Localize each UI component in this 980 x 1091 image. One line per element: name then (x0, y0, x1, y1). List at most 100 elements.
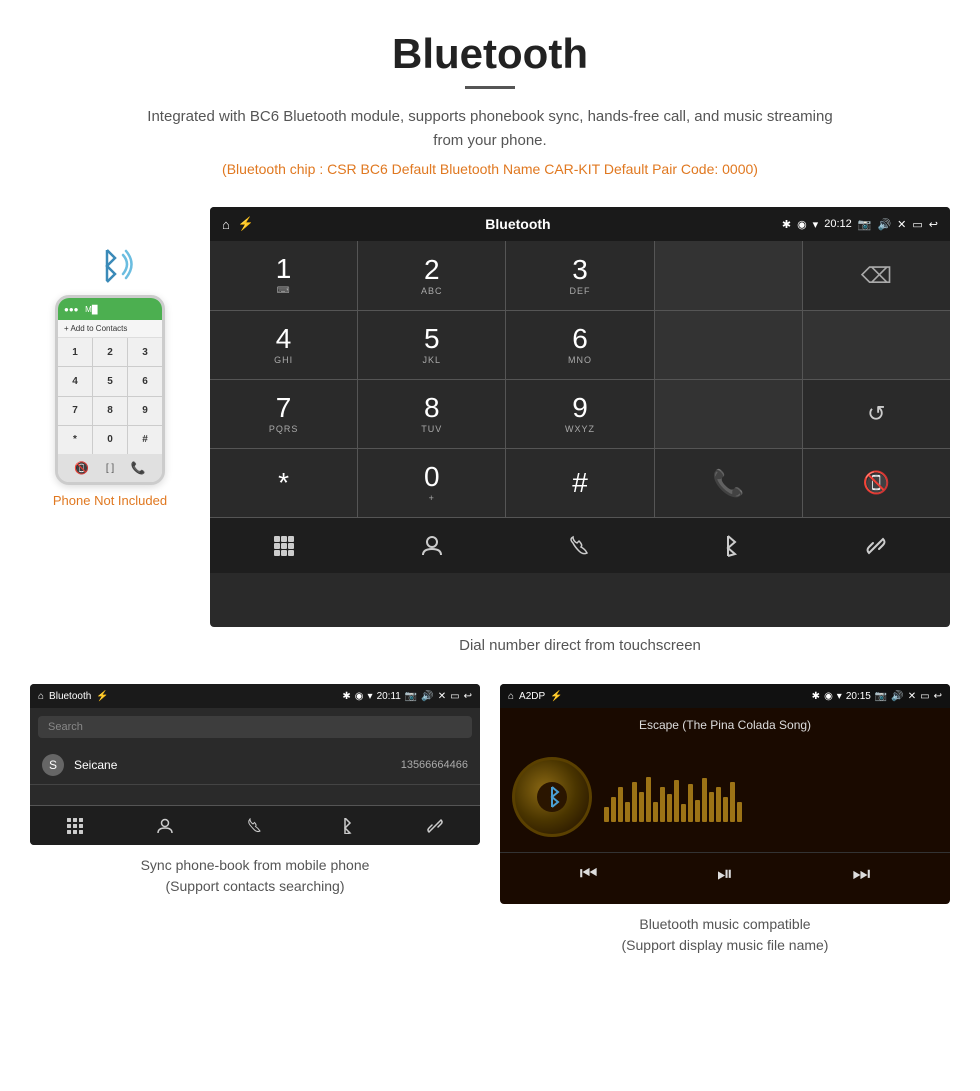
call-icon: 📞 (712, 468, 744, 499)
key-empty-3 (803, 311, 950, 379)
pb-vol-icon[interactable]: 🔊 (421, 691, 433, 702)
pb-title: Bluetooth (49, 691, 91, 702)
vis-bar (723, 797, 728, 822)
next-track-btn[interactable]: ⏭ (852, 863, 870, 886)
phone-key-6[interactable]: 6 (128, 367, 162, 395)
pb-back-icon[interactable]: ↩ (464, 691, 472, 702)
close-icon[interactable]: ✕ (897, 218, 906, 231)
phonebook-search[interactable]: Search (38, 716, 472, 738)
pb-bottom-phone[interactable] (210, 806, 300, 845)
dial-screen-wrapper: ⌂ ⚡ Bluetooth ✱ ◉ ▾ 20:12 📷 🔊 ✕ ▭ ↩ (210, 207, 950, 674)
phone-icon (569, 535, 591, 557)
music-vol-icon[interactable]: 🔊 (891, 691, 903, 702)
key-4-sub: GHI (274, 355, 293, 365)
bottom-link-icon[interactable] (802, 518, 950, 573)
music-controls: ⏮ ⏯ ⏭ (500, 852, 950, 896)
phone-key-hash[interactable]: # (128, 426, 162, 454)
pb-win-icon[interactable]: ▭ (450, 691, 459, 702)
key-5[interactable]: 5 JKL (358, 311, 505, 379)
phone-key-star[interactable]: * (58, 426, 92, 454)
contact-avatar: S (42, 754, 64, 776)
key-3[interactable]: 3 DEF (506, 241, 653, 310)
key-1-sub: ⌨ (277, 285, 291, 296)
pb-x-icon[interactable]: ✕ (438, 691, 446, 702)
play-pause-btn[interactable]: ⏯ (717, 863, 733, 886)
search-placeholder: Search (48, 721, 83, 733)
music-win-icon[interactable]: ▭ (920, 691, 929, 702)
key-7[interactable]: 7 PQRS (210, 380, 357, 448)
phone-key-3[interactable]: 3 (128, 338, 162, 366)
song-title-bar: Escape (The Pina Colada Song) (500, 708, 950, 742)
phone-key-5[interactable]: 5 (93, 367, 127, 395)
phone-key-8[interactable]: 8 (93, 397, 127, 425)
bottom-contacts-icon[interactable] (358, 518, 506, 573)
pb-bottom-grid[interactable] (30, 806, 120, 845)
back-icon[interactable]: ↩ (929, 218, 938, 231)
phone-area: ●●● M█ + Add to Contacts 1 2 3 4 5 6 7 8… (30, 207, 190, 508)
phonebook-screen: ⌂ Bluetooth ⚡ ✱ ◉ ▾ 20:11 📷 🔊 ✕ ▭ ↩ (30, 684, 480, 845)
vis-bar (653, 802, 658, 822)
contact-row[interactable]: S Seicane 13566664466 (30, 746, 480, 785)
key-8[interactable]: 8 TUV (358, 380, 505, 448)
bottom-call-icon[interactable] (506, 518, 654, 573)
phonebook-caption: Sync phone-book from mobile phone(Suppor… (141, 855, 370, 897)
phone-key-2[interactable]: 2 (93, 338, 127, 366)
key-0-sub: + (429, 493, 435, 503)
window-icon[interactable]: ▭ (912, 218, 922, 231)
pb-wifi-icon: ▾ (368, 691, 373, 702)
key-9[interactable]: 9 WXYZ (506, 380, 653, 448)
camera-icon[interactable]: 📷 (858, 218, 872, 231)
key-star[interactable]: * (210, 449, 357, 517)
phone-key-4[interactable]: 4 (58, 367, 92, 395)
vis-bar (611, 797, 616, 822)
key-hash[interactable]: # (506, 449, 653, 517)
volume-icon[interactable]: 🔊 (877, 218, 891, 231)
add-contacts-label: + Add to Contacts (64, 324, 127, 333)
phone-key-7[interactable]: 7 (58, 397, 92, 425)
bottom-bt-icon[interactable] (654, 518, 802, 573)
keypad-area: 1 ⌨ 2 ABC 3 DEF ⌫ (210, 241, 950, 517)
key-refresh[interactable]: ↺ (803, 380, 950, 448)
phone-home-btn: [ ] (106, 463, 114, 474)
pb-bottom-person[interactable] (120, 806, 210, 845)
key-2-sub: ABC (421, 286, 443, 296)
music-caption-text: Bluetooth music compatible(Support displ… (622, 916, 829, 953)
song-title: Escape (The Pina Colada Song) (639, 718, 811, 732)
link-icon (865, 535, 887, 557)
bottom-grid-icon[interactable] (210, 518, 358, 573)
key-0[interactable]: 0 + (358, 449, 505, 517)
key-end[interactable]: 📵 (803, 449, 950, 517)
key-3-main: 3 (572, 256, 588, 284)
pb-cam-icon[interactable]: 📷 (405, 691, 417, 702)
music-back-icon[interactable]: ↩ (934, 691, 942, 702)
pb-home-icon[interactable]: ⌂ (38, 691, 44, 702)
music-title: A2DP (519, 691, 545, 702)
music-home-icon[interactable]: ⌂ (508, 691, 514, 702)
phone-key-9[interactable]: 9 (128, 397, 162, 425)
pb-bottom-link[interactable] (390, 806, 480, 845)
music-time: 20:15 (846, 691, 871, 702)
music-cam-icon[interactable]: 📷 (875, 691, 887, 702)
bluetooth-icon (718, 535, 738, 557)
key-1[interactable]: 1 ⌨ (210, 241, 357, 310)
music-x-icon[interactable]: ✕ (908, 691, 916, 702)
home-icon[interactable]: ⌂ (222, 217, 230, 232)
wifi-status-icon: ▾ (813, 218, 819, 231)
phone-key-0[interactable]: 0 (93, 426, 127, 454)
music-status-bar: ⌂ A2DP ⚡ ✱ ◉ ▾ 20:15 📷 🔊 ✕ ▭ ↩ (500, 684, 950, 708)
key-call[interactable]: 📞 (655, 449, 802, 517)
phonebook-status-bar: ⌂ Bluetooth ⚡ ✱ ◉ ▾ 20:11 📷 🔊 ✕ ▭ ↩ (30, 684, 480, 708)
pb-bottom-bt[interactable] (300, 806, 390, 845)
specs-line: (Bluetooth chip : CSR BC6 Default Blueto… (20, 161, 960, 177)
key-2[interactable]: 2 ABC (358, 241, 505, 310)
key-4[interactable]: 4 GHI (210, 311, 357, 379)
phone-key-1[interactable]: 1 (58, 338, 92, 366)
key-star-main: * (278, 469, 289, 497)
keypad-grid: 1 ⌨ 2 ABC 3 DEF ⌫ (210, 241, 950, 517)
prev-track-btn[interactable]: ⏮ (580, 863, 598, 886)
key-delete[interactable]: ⌫ (803, 241, 950, 310)
album-bt-icon (542, 786, 562, 808)
phone-bottom-bar: 📵 [ ] 📞 (58, 454, 162, 482)
phone-not-included-label: Phone Not Included (53, 493, 167, 508)
key-6[interactable]: 6 MNO (506, 311, 653, 379)
